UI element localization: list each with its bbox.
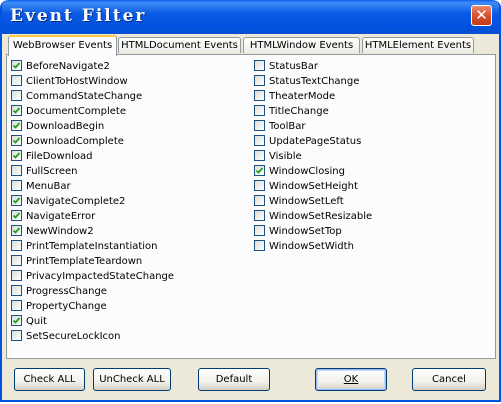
check-all-button[interactable]: Check ALL <box>14 368 85 391</box>
close-button[interactable]: ✕ <box>471 5 492 26</box>
checkbox-unchecked[interactable] <box>254 60 265 71</box>
check-mark-icon <box>12 197 21 204</box>
check-mark-icon <box>12 122 21 129</box>
checkbox-checked[interactable] <box>11 150 22 161</box>
checkbox-unchecked[interactable] <box>254 180 265 191</box>
checkbox-checked[interactable] <box>11 105 22 116</box>
checkbox-unchecked[interactable] <box>254 105 265 116</box>
event-label: StatusTextChange <box>269 76 360 87</box>
checkbox-unchecked[interactable] <box>11 90 22 101</box>
event-label: Quit <box>26 316 47 327</box>
close-icon: ✕ <box>475 6 488 24</box>
event-label: DownloadBegin <box>26 121 105 132</box>
check-mark-icon <box>12 227 21 234</box>
checkbox-unchecked[interactable] <box>11 255 22 266</box>
default-button[interactable]: Default <box>198 368 270 391</box>
checkbox-checked[interactable] <box>11 135 22 146</box>
checkbox-checked[interactable] <box>11 225 22 236</box>
event-label: BeforeNavigate2 <box>26 61 110 72</box>
event-label: PrintTemplateTeardown <box>26 256 143 267</box>
event-label: TheaterMode <box>269 91 336 102</box>
event-label: Visible <box>269 151 302 162</box>
check-mark-icon <box>12 137 21 144</box>
checkbox-unchecked[interactable] <box>254 135 265 146</box>
event-label: NavigateComplete2 <box>26 196 126 207</box>
checkbox-unchecked[interactable] <box>11 285 22 296</box>
checkbox-checked[interactable] <box>11 195 22 206</box>
checkbox-unchecked[interactable] <box>254 90 265 101</box>
checkbox-unchecked[interactable] <box>11 75 22 86</box>
checkbox-unchecked[interactable] <box>11 165 22 176</box>
checkbox-unchecked[interactable] <box>11 300 22 311</box>
tab-htmldocument-events[interactable]: HTMLDocument Events <box>118 37 241 53</box>
check-mark-icon <box>12 62 21 69</box>
checkbox-unchecked[interactable] <box>254 240 265 251</box>
tab-webbrowser-events[interactable]: WebBrowser Events <box>8 35 117 56</box>
event-label: UpdatePageStatus <box>269 136 362 147</box>
tab-htmlelement-events[interactable]: HTMLElement Events <box>362 37 474 53</box>
tab-htmlwindow-events[interactable]: HTMLWindow Events <box>243 37 360 53</box>
checkbox-unchecked[interactable] <box>11 240 22 251</box>
cancel-button-label: Cancel <box>432 374 466 385</box>
ok-button-label: OK <box>343 374 359 385</box>
checkbox-checked[interactable] <box>11 210 22 221</box>
event-label: TitleChange <box>269 106 329 117</box>
checkbox-unchecked[interactable] <box>254 195 265 206</box>
event-label: NavigateError <box>26 211 96 222</box>
checkbox-unchecked[interactable] <box>254 225 265 236</box>
checkbox-unchecked[interactable] <box>254 150 265 161</box>
ok-button[interactable]: OK <box>315 368 387 391</box>
event-label: ToolBar <box>269 121 306 132</box>
event-label: StatusBar <box>269 61 318 72</box>
event-label: WindowSetWidth <box>269 241 354 252</box>
checkbox-unchecked[interactable] <box>254 75 265 86</box>
event-label: WindowSetHeight <box>269 181 358 192</box>
event-label: FileDownload <box>26 151 93 162</box>
checkbox-checked[interactable] <box>11 315 22 326</box>
checkbox-unchecked[interactable] <box>11 180 22 191</box>
event-label: DocumentComplete <box>26 106 126 117</box>
check-mark-icon <box>255 167 264 174</box>
check-mark-icon <box>12 152 21 159</box>
event-label: ProgressChange <box>26 286 107 297</box>
event-label: PropertyChange <box>26 301 107 312</box>
event-label: WindowClosing <box>269 166 345 177</box>
checkbox-unchecked[interactable] <box>254 120 265 131</box>
check-mark-icon <box>12 212 21 219</box>
checkbox-checked[interactable] <box>11 120 22 131</box>
event-label: WindowSetResizable <box>269 211 373 222</box>
event-label: CommandStateChange <box>26 91 143 102</box>
window-title: Event Filter <box>10 6 147 26</box>
event-label: FullScreen <box>26 166 78 177</box>
event-label: WindowSetLeft <box>269 196 344 207</box>
event-label: WindowSetTop <box>269 226 342 237</box>
cancel-button[interactable]: Cancel <box>412 368 486 391</box>
check-mark-icon <box>12 317 21 324</box>
uncheck-all-button[interactable]: UnCheck ALL <box>93 368 171 391</box>
event-filter-dialog: Event Filter ✕ WebBrowser Events HTMLDoc… <box>0 0 501 402</box>
event-label: NewWindow2 <box>26 226 94 237</box>
title-bar[interactable]: Event Filter ✕ <box>2 0 499 34</box>
event-label: SetSecureLockIcon <box>26 331 121 342</box>
events-panel: BeforeNavigate2 ClientToHostWindow Command… <box>6 54 496 359</box>
event-label: PrivacyImpactedStateChange <box>26 271 175 282</box>
event-label: DownloadComplete <box>26 136 124 147</box>
checkbox-unchecked[interactable] <box>11 270 22 281</box>
event-label: MenuBar <box>26 181 71 192</box>
event-label: ClientToHostWindow <box>26 76 128 87</box>
event-label: PrintTemplateInstantiation <box>26 241 158 252</box>
checkbox-checked[interactable] <box>254 165 265 176</box>
check-mark-icon <box>12 107 21 114</box>
checkbox-unchecked[interactable] <box>11 330 22 341</box>
checkbox-unchecked[interactable] <box>254 210 265 221</box>
checkbox-checked[interactable] <box>11 60 22 71</box>
